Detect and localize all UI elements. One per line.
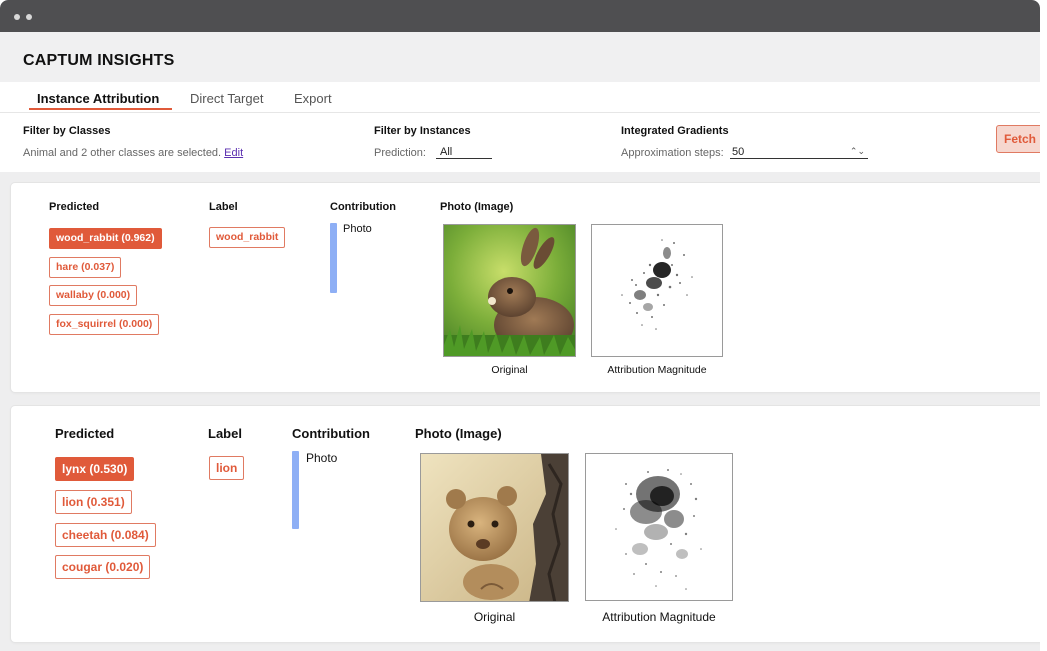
contribution-header: Contribution xyxy=(330,201,396,213)
window-control-dot[interactable] xyxy=(26,14,32,20)
approximation-steps-value: 50 xyxy=(732,146,745,158)
approximation-steps-input[interactable]: 50 ⌃⌄ xyxy=(730,146,868,159)
prediction-pill[interactable]: wallaby (0.000) xyxy=(49,285,138,306)
label-header: Label xyxy=(209,201,238,213)
attribution-image[interactable] xyxy=(585,453,733,601)
active-tab-indicator xyxy=(29,108,172,110)
filter-classes-summary: Animal and 2 other classes are selected.… xyxy=(23,147,243,159)
prediction-pill-top[interactable]: wood_rabbit (0.962) xyxy=(49,228,162,249)
attribution-heatmap-icon xyxy=(621,239,693,330)
predicted-header: Predicted xyxy=(49,201,100,213)
photo-header: Photo (Image) xyxy=(440,201,514,213)
method-label: Integrated Gradients xyxy=(621,125,729,137)
app-window: CAPTUM INSIGHTS Instance Attribution Dir… xyxy=(0,0,1040,651)
original-caption: Original xyxy=(491,364,528,376)
contribution-header: Contribution xyxy=(292,426,370,441)
attribution-caption: Attribution Magnitude xyxy=(602,610,716,624)
window-titlebar xyxy=(0,0,1040,32)
lion-cub-photo-icon xyxy=(421,454,568,601)
prediction-pill-top[interactable]: lynx (0.530) xyxy=(55,457,135,481)
predicted-header: Predicted xyxy=(55,426,115,441)
instance-card: Predicted Label Contribution Photo (Imag… xyxy=(11,183,1040,392)
prediction-pill[interactable]: lion (0.351) xyxy=(55,490,132,514)
approximation-steps-label: Approximation steps: xyxy=(621,147,724,159)
original-image[interactable] xyxy=(420,453,569,602)
contribution-bar[interactable] xyxy=(330,223,337,293)
prediction-pill[interactable]: hare (0.037) xyxy=(49,257,122,278)
label-pill[interactable]: wood_rabbit xyxy=(209,227,286,248)
tab-export[interactable]: Export xyxy=(294,91,332,106)
tab-instance-attribution[interactable]: Instance Attribution xyxy=(37,91,159,106)
rabbit-photo-icon xyxy=(444,225,575,356)
filter-classes-summary-text: Animal and 2 other classes are selected. xyxy=(23,147,222,159)
prediction-filter-label: Prediction: xyxy=(374,147,426,159)
contribution-bar[interactable] xyxy=(292,451,299,529)
fetch-button[interactable]: Fetch xyxy=(996,125,1040,153)
original-caption: Original xyxy=(473,610,516,624)
label-pill[interactable]: lion xyxy=(209,456,245,480)
label-header: Label xyxy=(208,426,242,441)
photo-header: Photo (Image) xyxy=(415,426,502,441)
filter-bar xyxy=(0,112,1040,172)
stepper-arrows-icon[interactable]: ⌃⌄ xyxy=(850,146,865,157)
prediction-filter-value: All xyxy=(440,146,453,158)
prediction-pill[interactable]: cheetah (0.084) xyxy=(55,523,156,547)
filter-classes-label: Filter by Classes xyxy=(23,125,111,137)
window-control-dot[interactable] xyxy=(14,14,20,20)
attribution-caption: Attribution Magnitude xyxy=(607,364,707,376)
contribution-feature-label: Photo xyxy=(306,451,338,465)
attribution-image[interactable] xyxy=(591,224,723,357)
edit-classes-link[interactable]: Edit xyxy=(224,147,243,159)
original-image[interactable] xyxy=(443,224,576,357)
prediction-filter-select[interactable]: All xyxy=(436,147,492,159)
attribution-heatmap-icon xyxy=(615,469,702,590)
tab-direct-target[interactable]: Direct Target xyxy=(190,91,263,106)
app-title: CAPTUM INSIGHTS xyxy=(23,52,175,69)
prediction-pill[interactable]: cougar (0.020) xyxy=(55,555,151,579)
prediction-pill[interactable]: fox_squirrel (0.000) xyxy=(49,314,160,335)
instance-card: Predicted Label Contribution Photo (Imag… xyxy=(11,406,1040,642)
filter-instances-label: Filter by Instances xyxy=(374,125,471,137)
contribution-feature-label: Photo xyxy=(343,223,372,235)
